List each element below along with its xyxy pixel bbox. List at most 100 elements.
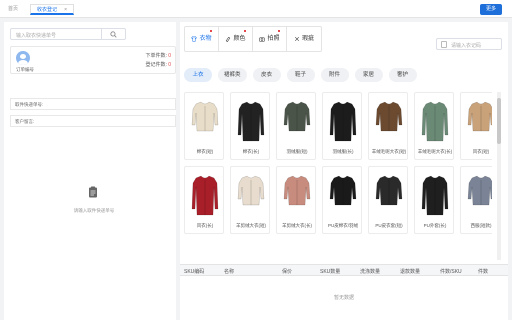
col-sku-qty: SKU数量 bbox=[320, 269, 341, 275]
clothing-item-card[interactable]: 羊绒毛呢大衣(长) bbox=[414, 92, 454, 160]
coat-image bbox=[375, 175, 403, 206]
palette-icon bbox=[226, 36, 231, 42]
clothing-item-name: 羊剪绒大衣(长) bbox=[282, 223, 312, 228]
avatar-icon bbox=[16, 51, 30, 65]
more-button[interactable]: 更多 bbox=[480, 4, 502, 15]
no-data-text: 暂无数据 bbox=[333, 295, 354, 301]
clothing-item-card[interactable]: 羽绒服(长) bbox=[322, 92, 362, 160]
registered-count-label: 登记件数: bbox=[145, 62, 167, 68]
shirt-icon bbox=[191, 36, 198, 42]
tools-icon bbox=[294, 37, 299, 41]
clothing-item-card[interactable]: 风衣(短) bbox=[460, 92, 492, 160]
customer-card: 订单编号 下单件数: 0 登记件数: 0 bbox=[10, 46, 176, 74]
tab-home[interactable]: 首页 bbox=[8, 4, 18, 15]
coat-image bbox=[375, 101, 403, 132]
clothing-item-card[interactable]: 羊剪绒大衣(长) bbox=[276, 166, 316, 234]
close-tab-icon[interactable]: × bbox=[64, 5, 67, 16]
clothing-item-card[interactable]: 羊剪绒大衣(短) bbox=[230, 166, 270, 234]
clothing-item-name: PU皮棉衣/羽绒 bbox=[327, 223, 358, 228]
clothing-item-card[interactable]: 羽绒服(短) bbox=[276, 92, 316, 160]
clothing-item-name: 羽绒服(短) bbox=[286, 149, 308, 154]
subtab-tops[interactable]: 上衣 bbox=[184, 68, 212, 82]
express-search-placeholder: 输入取衣快递单号 bbox=[16, 33, 57, 39]
subtab-accessories[interactable]: 附件 bbox=[320, 68, 349, 82]
ordered-count-value: 0 bbox=[168, 53, 171, 59]
coat-image bbox=[191, 101, 219, 132]
clothing-item-name: 羊绒毛呢大衣(长) bbox=[417, 149, 453, 154]
scrollbar-thumb[interactable] bbox=[497, 98, 501, 144]
clothing-item-card[interactable]: 西服(短款) bbox=[460, 166, 492, 234]
clothing-type-tabs: 上衣 裙裤类 皮衣 鞋子 附件 家居 奢护 bbox=[184, 68, 417, 82]
grid-scrollbar[interactable] bbox=[497, 92, 501, 260]
coat-image bbox=[283, 101, 311, 132]
col-insured: 保价 bbox=[282, 269, 293, 275]
register-panel: 衣物 颜色 拍照 瑕疵 请输入衣记码 上衣 裙裤类 皮衣 鞋子 附件 家居 奢护… bbox=[180, 22, 508, 320]
col-pieces: 件数 bbox=[478, 269, 489, 275]
clothing-item-name: 风衣(短) bbox=[472, 149, 490, 154]
customer-message-field: 客户留言: bbox=[10, 115, 176, 127]
clothing-item-card[interactable]: PU外套(长) bbox=[414, 166, 454, 234]
col-sku-code: SKU编码 bbox=[184, 269, 205, 275]
clothing-item-card[interactable]: 棉衣(短) bbox=[184, 92, 224, 160]
tab-clothes-register[interactable]: 收衣登记 × bbox=[30, 4, 74, 15]
tab-clothes-register-label: 收衣登记 bbox=[37, 7, 58, 13]
clothing-item-name: 西服(短款) bbox=[470, 223, 492, 228]
required-dot bbox=[210, 30, 212, 32]
clothing-grid: 棉衣(短) 棉衣(长) 羽绒服(短) 羽绒服(长) 羊绒毛呢大衣(短) 羊绒毛呢大衣(长)… bbox=[184, 92, 492, 260]
top-tab-bar: 首页 收衣登记 × 更多 bbox=[0, 0, 512, 18]
subtab-shoes[interactable]: 鞋子 bbox=[286, 68, 315, 82]
empty-tip: 请输入取件快递单号 bbox=[73, 208, 115, 213]
tab-photo[interactable]: 拍照 bbox=[253, 27, 287, 51]
coat-image bbox=[467, 101, 492, 132]
clothing-item-card[interactable]: 羊绒毛呢大衣(短) bbox=[368, 92, 408, 160]
customer-order-label: 订单编号 bbox=[16, 67, 34, 72]
required-dot bbox=[278, 30, 280, 32]
clothing-code-input[interactable]: 请输入衣记码 bbox=[436, 38, 502, 50]
ordered-count-label: 下单件数: bbox=[145, 53, 167, 59]
subtab-skirts-pants[interactable]: 裙裤类 bbox=[218, 68, 247, 82]
coat-image bbox=[237, 101, 265, 142]
col-pieces-per-sku: 件数/SKU bbox=[440, 269, 462, 275]
subtab-leather[interactable]: 皮衣 bbox=[252, 68, 281, 82]
sku-table-header: SKU编码 名称 保价 SKU数量 洗涤数量 退款数量 件数/SKU 件数 bbox=[180, 264, 508, 276]
col-name: 名称 bbox=[224, 269, 235, 275]
tab-flaw-label: 瑕疵 bbox=[301, 36, 314, 42]
subtab-luxury-care[interactable]: 奢护 bbox=[388, 68, 417, 82]
search-icon bbox=[110, 30, 117, 38]
coat-image bbox=[283, 175, 311, 206]
pickup-express-label: 取件快递单号: bbox=[15, 102, 44, 107]
coat-image bbox=[467, 175, 492, 206]
subtab-home[interactable]: 家居 bbox=[354, 68, 383, 82]
clothing-item-card[interactable]: PU皮棉衣/羽绒 bbox=[322, 166, 362, 234]
clothing-item-card[interactable]: 棉衣(长) bbox=[230, 92, 270, 160]
col-wash-qty: 洗涤数量 bbox=[360, 269, 381, 275]
tab-clothes[interactable]: 衣物 bbox=[185, 27, 219, 51]
express-search-input[interactable]: 输入取衣快递单号 bbox=[10, 28, 126, 40]
tab-color[interactable]: 颜色 bbox=[219, 27, 253, 51]
pickup-express-field: 取件快递单号: bbox=[10, 98, 176, 110]
coat-image bbox=[421, 101, 449, 142]
customer-message-label: 客户留言: bbox=[15, 119, 35, 124]
clothing-item-card[interactable]: PU皮衣套(短) bbox=[368, 166, 408, 234]
clothing-item-name: PU外套(长) bbox=[423, 223, 447, 228]
clothing-item-name: 羽绒服(长) bbox=[332, 149, 354, 154]
search-button[interactable] bbox=[101, 29, 125, 39]
clothing-item-name: 羊剪绒大衣(短) bbox=[236, 223, 266, 228]
clothing-item-name: 羊绒毛呢大衣(短) bbox=[371, 149, 407, 154]
required-dot bbox=[244, 30, 246, 32]
ordered-count: 下单件数: 0 bbox=[145, 52, 171, 59]
tab-flaw[interactable]: 瑕疵 bbox=[287, 27, 321, 51]
registered-count-value: 0 bbox=[168, 62, 171, 68]
clipboard-icon bbox=[89, 186, 97, 198]
coat-image bbox=[237, 175, 265, 206]
tag-icon bbox=[441, 41, 447, 48]
registered-count: 登记件数: 0 bbox=[145, 61, 171, 68]
coat-image bbox=[191, 175, 219, 216]
clothing-item-name: PU皮衣套(短) bbox=[375, 223, 403, 228]
clothing-item-name: 棉衣(长) bbox=[242, 149, 260, 154]
clothing-code-placeholder: 请输入衣记码 bbox=[451, 43, 482, 49]
coat-image bbox=[329, 175, 357, 206]
clothing-item-card[interactable]: 风衣(长) bbox=[184, 166, 224, 234]
coat-image bbox=[421, 175, 449, 216]
col-refund-qty: 退款数量 bbox=[400, 269, 421, 275]
